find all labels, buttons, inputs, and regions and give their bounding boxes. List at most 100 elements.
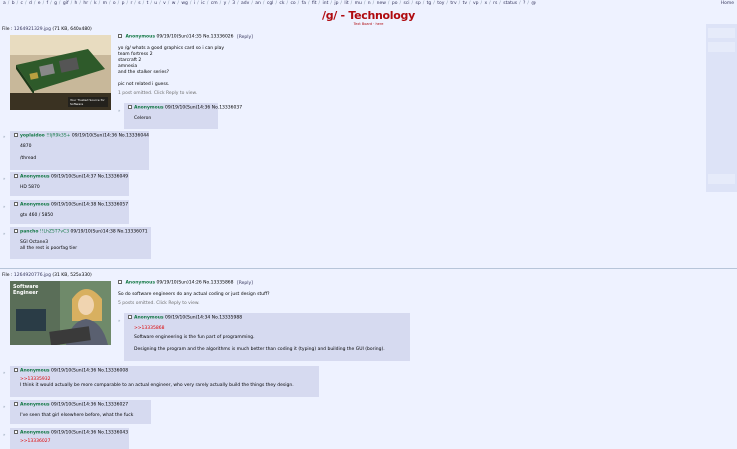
- post-number-link[interactable]: No.13336049: [98, 175, 128, 180]
- board-link-p[interactable]: p: [122, 1, 125, 6]
- post-number-link[interactable]: No.13336071: [117, 230, 147, 235]
- post-number-link[interactable]: No.13336043: [98, 431, 128, 436]
- post-checkbox[interactable]: [14, 430, 18, 434]
- file-info: File : 1264921329.jpg (71 KB, 640x480): [2, 27, 92, 32]
- post-number-link[interactable]: No.13336026: [203, 35, 233, 40]
- file-name-link[interactable]: 1264921329.jpg: [14, 27, 51, 32]
- post-checkbox[interactable]: [118, 280, 122, 284]
- post-number-link[interactable]: No.13336027: [98, 403, 128, 408]
- reply-post: yoplaidoo !!ljR9k3S+ 09/19/10(Sun)14:36 …: [10, 131, 149, 170]
- board-link-co[interactable]: co: [290, 1, 295, 6]
- post-number-link[interactable]: No.13336057: [98, 203, 128, 208]
- post-checkbox[interactable]: [14, 229, 18, 233]
- board-link-u[interactable]: u: [154, 1, 157, 6]
- post-checkbox[interactable]: [14, 402, 18, 406]
- board-link-toy[interactable]: toy: [437, 1, 444, 6]
- board-link-an[interactable]: an: [255, 1, 261, 6]
- board-link-d[interactable]: d: [29, 1, 32, 6]
- board-separator: /: [275, 1, 279, 6]
- board-link-tg[interactable]: tg: [427, 1, 432, 6]
- quote-link[interactable]: >>13336027: [20, 439, 125, 445]
- reply-link[interactable]: [Reply]: [237, 281, 253, 286]
- thread-thumbnail[interactable]: Software Engineer: [10, 281, 111, 345]
- reply-link[interactable]: [Reply]: [237, 35, 253, 40]
- board-link-lit[interactable]: lit: [344, 1, 348, 6]
- thread-thumbnail[interactable]: Your Trusted Source for Software: [10, 35, 111, 110]
- home-link[interactable]: Home: [721, 0, 734, 7]
- board-link-int[interactable]: int: [322, 1, 328, 6]
- board-link-w[interactable]: w: [172, 1, 176, 6]
- board-link-a[interactable]: a: [3, 1, 6, 6]
- post-number-link[interactable]: No.13335988: [212, 316, 242, 321]
- board-link-m[interactable]: m: [103, 1, 107, 6]
- poster-tripcode: !!ljR9k3S+: [46, 133, 71, 139]
- board-link-po[interactable]: po: [392, 1, 398, 6]
- board-link-e[interactable]: e: [38, 1, 41, 6]
- board-link-x[interactable]: x: [484, 1, 487, 6]
- board-link-@[interactable]: @: [531, 1, 536, 6]
- board-link-n[interactable]: n: [368, 1, 371, 6]
- board-separator: /: [237, 1, 241, 6]
- post-number-link[interactable]: No.13336037: [212, 106, 242, 111]
- board-link-?[interactable]: ?: [523, 1, 525, 6]
- board-link-adv[interactable]: adv: [241, 1, 249, 6]
- board-link-i[interactable]: i: [194, 1, 195, 6]
- board-link-vp[interactable]: vp: [473, 1, 479, 6]
- board-link-sci[interactable]: sci: [403, 1, 409, 6]
- board-link-b[interactable]: b: [12, 1, 15, 6]
- side-panel-cell: [708, 28, 735, 38]
- board-link-t[interactable]: t: [147, 1, 149, 6]
- board-link-v[interactable]: v: [163, 1, 166, 6]
- board-link-k[interactable]: k: [94, 1, 97, 6]
- board-link-ck[interactable]: ck: [279, 1, 284, 6]
- board-link-cgl[interactable]: cgl: [267, 1, 274, 6]
- quote-link[interactable]: >>13335868: [134, 326, 406, 332]
- board-link-wg[interactable]: wg: [181, 1, 188, 6]
- board-link-c[interactable]: c: [21, 1, 23, 6]
- board-link-mu[interactable]: mu: [355, 1, 362, 6]
- reply-post: Anonymous 09/19/10(Sun)14:36 No.13336008…: [10, 366, 319, 397]
- board-link-jp[interactable]: jp: [334, 1, 338, 6]
- post-checkbox[interactable]: [118, 34, 122, 38]
- post-number-link[interactable]: No.13336008: [98, 369, 128, 374]
- post-checkbox[interactable]: [128, 105, 132, 109]
- post-number-link[interactable]: No.13336044: [119, 134, 149, 139]
- board-link-fa[interactable]: fa: [302, 1, 306, 6]
- board-link-trv[interactable]: trv: [450, 1, 456, 6]
- board-separator: /: [58, 1, 62, 6]
- board-link-s[interactable]: s: [138, 1, 140, 6]
- post-checkbox[interactable]: [14, 133, 18, 137]
- op-header: Anonymous 09/19/10(Sun)14:26 No.13335868…: [118, 280, 418, 287]
- file-name-link[interactable]: 1264920776.jpg: [14, 273, 51, 278]
- board-link-y[interactable]: y: [224, 1, 227, 6]
- board-link-o[interactable]: o: [113, 1, 116, 6]
- board-separator: /: [70, 1, 74, 6]
- post-number-link[interactable]: No.13335868: [203, 281, 233, 286]
- board-link-rs[interactable]: rs: [493, 1, 497, 6]
- reply-post: Anonymous 09/19/10(Sun)14:36 No.13336027…: [10, 400, 151, 424]
- post-checkbox[interactable]: [128, 315, 132, 319]
- post-checkbox[interactable]: [14, 174, 18, 178]
- board-link-sp[interactable]: sp: [415, 1, 420, 6]
- board-link-new[interactable]: new: [377, 1, 386, 6]
- board-link-g[interactable]: g: [54, 1, 57, 6]
- board-link-r[interactable]: r: [130, 1, 132, 6]
- board-link-fit[interactable]: fit: [312, 1, 317, 6]
- post-checkbox[interactable]: [14, 368, 18, 372]
- board-link-status[interactable]: status: [503, 1, 517, 6]
- board-link-f[interactable]: f: [47, 1, 49, 6]
- poster-name: Anonymous: [20, 174, 50, 180]
- board-link-3[interactable]: 3: [232, 1, 235, 6]
- board-separator: /: [134, 1, 138, 6]
- omitted-notice: 5 posts omitted. Click Reply to view.: [118, 300, 200, 306]
- message-line: So do software engineers do any actual c…: [118, 291, 270, 297]
- board-separator: /: [499, 1, 503, 6]
- board-link-gif[interactable]: gif: [63, 1, 69, 6]
- board-link-tv[interactable]: tv: [463, 1, 467, 6]
- board-link-hr[interactable]: hr: [83, 1, 88, 6]
- board-link-ic[interactable]: ic: [201, 1, 205, 6]
- post-checkbox[interactable]: [14, 202, 18, 206]
- board-link-cm[interactable]: cm: [211, 1, 218, 6]
- board-link-h[interactable]: h: [75, 1, 78, 6]
- board-separator: /: [197, 1, 201, 6]
